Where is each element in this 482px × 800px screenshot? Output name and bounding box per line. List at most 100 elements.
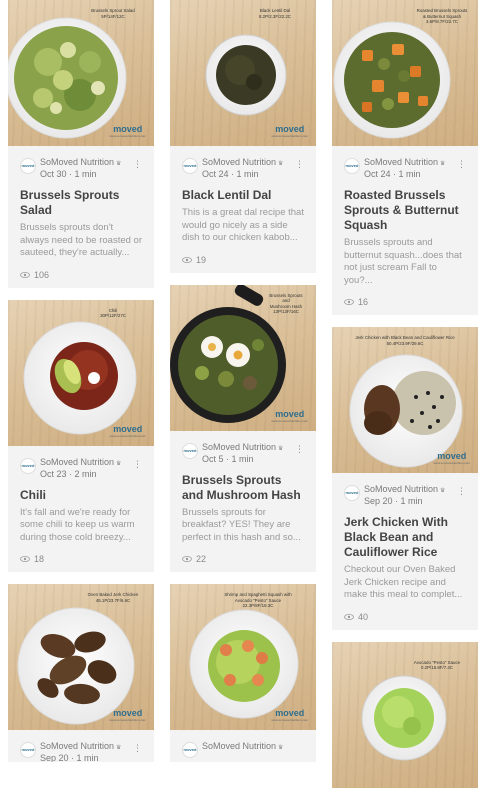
crown-icon: ♛: [116, 460, 122, 467]
image-caption: Brussels Sprouts and Mushroom Hash 13P/1…: [269, 292, 303, 315]
eye-icon: [344, 613, 354, 620]
post-image[interactable]: Black Lentil Dal 8.2P/2.3F/22.2C moved ww…: [170, 0, 316, 146]
eye-icon: [182, 556, 192, 562]
post-meta: moved SoMoved Nutrition ♛ Sep 20 · 1 min …: [332, 473, 478, 506]
post-meta: moved SoMoved Nutrition ♛ Oct 5 · 1 min ⋮: [170, 431, 316, 464]
post-image[interactable]: Brussels Sprouts and Mushroom Hash 13P/1…: [170, 284, 316, 431]
post-stats: 18: [8, 544, 154, 572]
author-name[interactable]: SoMoved Nutrition: [202, 157, 276, 167]
eye-icon: [20, 271, 30, 278]
kebab-icon[interactable]: ⋮: [133, 459, 142, 470]
avatar[interactable]: moved: [344, 485, 360, 501]
author-name[interactable]: SoMoved Nutrition: [364, 157, 438, 167]
post-meta: moved SoMoved Nutrition ♛ Oct 24 · 1 min …: [170, 146, 316, 179]
view-count: 40: [358, 611, 369, 622]
crown-icon: ♛: [116, 161, 122, 167]
post-stats: 16: [332, 287, 478, 315]
post-card[interactable]: Avocado "Pesto" Sauce 0.2P/15.8F/7.4C: [332, 641, 478, 788]
avatar[interactable]: moved: [20, 457, 36, 474]
post-stats: 19: [170, 245, 316, 273]
author-name[interactable]: SoMoved Nutrition: [202, 741, 276, 751]
author-name[interactable]: SoMoved Nutrition: [202, 442, 276, 452]
post-card[interactable]: Brussels Sprout Salad 5P/14F/12C moved ww…: [8, 0, 154, 288]
view-count: 18: [34, 554, 45, 564]
author-name[interactable]: SoMoved Nutrition: [364, 484, 438, 494]
kebab-icon[interactable]: ⋮: [457, 486, 466, 497]
post-date: Sep 20 · 1 min: [364, 496, 423, 506]
post-meta: moved SoMoved Nutrition ♛ Sep 20 · 1 min …: [8, 730, 154, 762]
post-image[interactable]: Brussels Sprout Salad 5P/14F/12C moved ww…: [8, 0, 154, 146]
post-title[interactable]: Brussels Sprouts Salad: [20, 188, 142, 218]
view-count: 22: [196, 554, 207, 564]
post-image[interactable]: Roasted Brussels Sprouts & Butternut Squ…: [332, 0, 478, 146]
post-meta: moved SoMoved Nutrition ♛ Oct 23 · 2 min …: [8, 446, 154, 479]
post-image[interactable]: Shrimp and Spaghetti Squash with Avocado…: [170, 584, 316, 730]
post-meta: moved SoMoved Nutrition ♛ Oct 30 · 1 min …: [8, 146, 154, 179]
post-title[interactable]: Brussels Sprouts and Mushroom Hash: [182, 473, 304, 503]
post-card[interactable]: Chili 30P/12F/27C moved www.somovednutrit…: [8, 299, 154, 572]
kebab-icon[interactable]: ⋮: [133, 159, 142, 170]
post-meta: moved SoMoved Nutrition ♛ Oct 24 · 1 min …: [332, 146, 478, 179]
avatar[interactable]: moved: [344, 158, 360, 174]
view-count: 106: [34, 269, 50, 280]
kebab-icon[interactable]: ⋮: [133, 743, 142, 754]
avatar[interactable]: moved: [182, 742, 198, 758]
post-title[interactable]: Roasted Brussels Sprouts & Butternut Squ…: [344, 188, 466, 233]
author-name[interactable]: SoMoved Nutrition: [40, 741, 114, 751]
post-date: Oct 5 · 1 min: [202, 453, 254, 464]
avatar[interactable]: moved: [182, 158, 198, 174]
image-caption: Shrimp and Spaghetti Squash with Avocado…: [224, 592, 292, 609]
post-excerpt[interactable]: Brussels sprouts for breakfast? YES! The…: [182, 507, 304, 545]
post-stats: 40: [332, 602, 478, 630]
avatar[interactable]: moved: [182, 442, 198, 459]
image-caption: Black Lentil Dal 8.2P/2.3F/22.2C: [259, 8, 291, 19]
avatar[interactable]: moved: [20, 742, 36, 758]
post-card[interactable]: Shrimp and Spaghetti Squash with Avocado…: [170, 584, 316, 762]
post-image[interactable]: Chili 30P/12F/27C moved www.somovednutrit…: [8, 299, 154, 446]
column-3: Roasted Brussels Sprouts & Butternut Squ…: [332, 0, 478, 800]
avatar[interactable]: moved: [20, 158, 36, 174]
post-card[interactable]: Jerk Chicken with Black Bean and Caulifl…: [332, 327, 478, 630]
post-title[interactable]: Black Lentil Dal: [182, 188, 304, 203]
post-title[interactable]: Jerk Chicken With Black Bean and Caulifl…: [344, 515, 466, 560]
eye-icon: [182, 256, 192, 263]
image-caption: Roasted Brussels Sprouts & Butternut Squ…: [416, 8, 468, 25]
post-excerpt[interactable]: It's fall and we're ready for some chili…: [20, 507, 142, 545]
view-count: 16: [358, 297, 369, 307]
image-caption: Brussels Sprout Salad 5P/14F/12C: [91, 8, 135, 19]
post-stats: 106: [8, 260, 154, 288]
author-name[interactable]: SoMoved Nutrition: [40, 157, 114, 167]
post-date: Sep 20 · 1 min: [40, 753, 99, 762]
post-image[interactable]: Avocado "Pesto" Sauce 0.2P/15.8F/7.4C: [332, 641, 478, 788]
somoved-logo: moved www.somovednutrition.com: [433, 451, 470, 466]
somoved-logo: moved www.somovednutrition.com: [109, 423, 146, 438]
kebab-icon[interactable]: ⋮: [457, 159, 466, 170]
eye-icon: [344, 299, 354, 305]
somoved-logo: moved www.somovednutrition.com: [109, 708, 146, 723]
post-card[interactable]: Oven Baked Jerk Chicken 45.1P/23.7F/6.6C…: [8, 584, 154, 762]
crown-icon: ♛: [116, 745, 122, 751]
eye-icon: [20, 556, 30, 562]
post-card[interactable]: Roasted Brussels Sprouts & Butternut Squ…: [332, 0, 478, 315]
post-image[interactable]: Jerk Chicken with Black Bean and Caulifl…: [332, 327, 478, 473]
post-card[interactable]: Black Lentil Dal 8.2P/2.3F/22.2C moved ww…: [170, 0, 316, 273]
post-stats: 22: [170, 544, 316, 572]
crown-icon: ♛: [278, 445, 284, 452]
post-excerpt[interactable]: Brussels sprouts don't always need to be…: [20, 222, 142, 260]
post-date: Oct 30 · 1 min: [40, 169, 97, 179]
post-excerpt[interactable]: This is a great dal recipe that would go…: [182, 207, 304, 245]
post-excerpt[interactable]: Checkout our Oven Baked Jerk Chicken rec…: [344, 564, 466, 602]
column-2: Black Lentil Dal 8.2P/2.3F/22.2C moved ww…: [170, 0, 316, 774]
crown-icon: ♛: [440, 161, 446, 167]
post-excerpt[interactable]: Brussels sprouts and butternut squash...…: [344, 237, 466, 287]
post-image[interactable]: Oven Baked Jerk Chicken 45.1P/23.7F/6.6C…: [8, 584, 154, 730]
kebab-icon[interactable]: ⋮: [295, 159, 304, 170]
crown-icon: ♛: [278, 745, 284, 751]
post-card[interactable]: Brussels Sprouts and Mushroom Hash 13P/1…: [170, 284, 316, 572]
post-title[interactable]: Chili: [20, 488, 142, 503]
author-name[interactable]: SoMoved Nutrition: [40, 457, 114, 467]
kebab-icon[interactable]: ⋮: [295, 444, 304, 455]
image-caption: Avocado "Pesto" Sauce 0.2P/15.8F/7.4C: [413, 659, 461, 671]
post-date: Oct 24 · 1 min: [202, 169, 259, 179]
image-caption: Oven Baked Jerk Chicken 45.1P/23.7F/6.6C: [87, 592, 139, 603]
